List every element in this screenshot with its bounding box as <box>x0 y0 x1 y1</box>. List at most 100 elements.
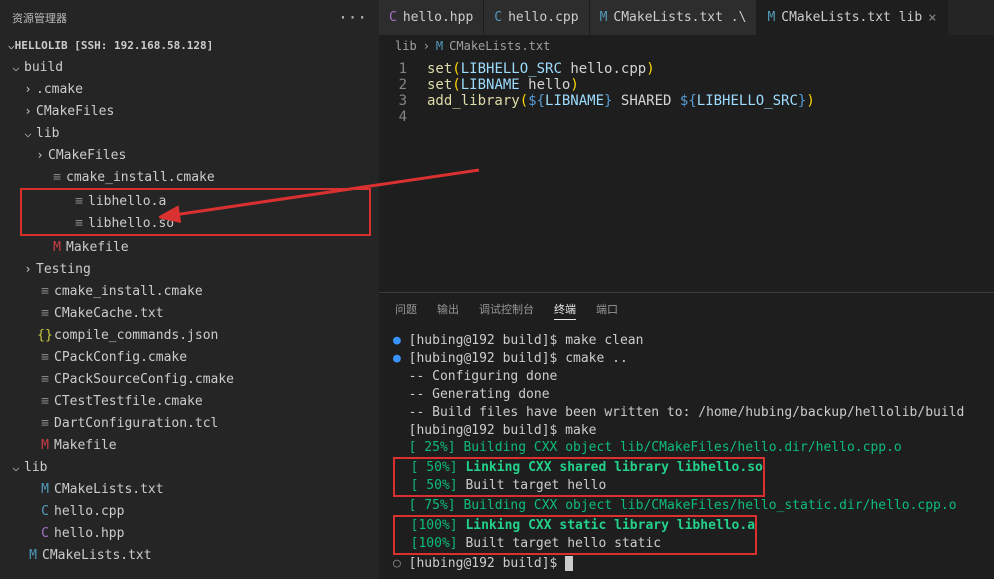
breadcrumb-file: CMakeLists.txt <box>449 39 550 53</box>
panel-tab[interactable]: 端口 <box>596 299 618 320</box>
tree-folder[interactable]: ⌵lib <box>0 122 379 144</box>
file-icon: ≡ <box>36 416 54 431</box>
tree-item-label: cmake_install.cmake <box>54 284 203 299</box>
file-icon: C <box>36 504 54 519</box>
tree-item-label: cmake_install.cmake <box>66 170 215 185</box>
tree-item-label: CPackSourceConfig.cmake <box>54 372 234 387</box>
terminal-line: ○ [hubing@192 build]$ <box>393 555 980 573</box>
file-icon: M <box>36 482 54 497</box>
tree-folder[interactable]: ›Testing <box>0 258 379 280</box>
tree-item-label: lib <box>36 126 59 141</box>
sidebar-header: 资源管理器 ··· <box>0 0 379 35</box>
file-icon: M <box>600 10 608 25</box>
tree-file[interactable]: ≡libhello.so <box>22 212 369 234</box>
terminal[interactable]: ● [hubing@192 build]$ make clean● [hubin… <box>379 326 994 579</box>
close-icon[interactable]: × <box>928 10 936 26</box>
file-icon: ≡ <box>36 394 54 409</box>
tree-file[interactable]: ≡cmake_install.cmake <box>0 280 379 302</box>
terminal-line: [ 75%] Building CXX object lib/CMakeFile… <box>393 497 980 515</box>
tree-file[interactable]: MMakefile <box>0 434 379 456</box>
chevron-right-icon: › <box>423 39 430 53</box>
tree-folder[interactable]: ⌵build <box>0 56 379 78</box>
tree-file[interactable]: {}compile_commands.json <box>0 324 379 346</box>
panel-tab[interactable]: 终端 <box>554 299 576 320</box>
cmake-icon: M <box>436 39 443 53</box>
tree-file[interactable]: MCMakeLists.txt <box>0 478 379 500</box>
tree-folder[interactable]: ›CMakeFiles <box>0 144 379 166</box>
tree-item-label: .cmake <box>36 82 83 97</box>
tree-item-label: Testing <box>36 262 91 277</box>
tree-file[interactable]: ≡cmake_install.cmake <box>0 166 379 188</box>
tab-label: hello.hpp <box>403 10 473 25</box>
chevron-right-icon: › <box>20 262 36 276</box>
line-number: 2 <box>379 77 427 93</box>
tree-item-label: compile_commands.json <box>54 328 218 343</box>
tree-item-label: CMakeFiles <box>48 148 126 163</box>
tree-file[interactable]: Chello.hpp <box>0 522 379 544</box>
tree-folder[interactable]: ›CMakeFiles <box>0 100 379 122</box>
terminal-line: -- Build files have been written to: /ho… <box>393 404 980 422</box>
editor-tab[interactable]: MCMakeLists.txt lib× <box>757 0 947 35</box>
chevron-right-icon: › <box>20 104 36 118</box>
tree-file[interactable]: ≡CPackConfig.cmake <box>0 346 379 368</box>
tree-item-label: Makefile <box>54 438 117 453</box>
editor-tab[interactable]: Chello.cpp <box>484 0 589 35</box>
tree-file[interactable]: MMakefile <box>0 236 379 258</box>
file-icon: M <box>48 240 66 255</box>
tree-item-label: CMakeCache.txt <box>54 306 164 321</box>
breadcrumb-folder: lib <box>395 39 417 53</box>
main-area: Chello.hppChello.cppMCMakeLists.txt .\MC… <box>379 0 994 579</box>
line-number: 1 <box>379 61 427 77</box>
file-icon: ≡ <box>36 306 54 321</box>
line-number: 4 <box>379 109 427 125</box>
sidebar-title: 资源管理器 <box>12 10 67 26</box>
editor-tab[interactable]: MCMakeLists.txt .\ <box>590 0 758 35</box>
tree-file[interactable]: ≡CTestTestfile.cmake <box>0 390 379 412</box>
file-icon: ≡ <box>48 170 66 185</box>
terminal-line: [ 25%] Building CXX object lib/CMakeFile… <box>393 439 980 457</box>
terminal-line: [ 50%] Linking CXX shared library libhel… <box>395 459 763 477</box>
code-editor[interactable]: 1set(LIBHELLO_SRC hello.cpp)2set(LIBNAME… <box>379 57 994 292</box>
tree-item-label: libhello.so <box>88 216 174 231</box>
tab-label: CMakeLists.txt lib <box>781 10 922 25</box>
line-number: 3 <box>379 93 427 109</box>
explorer-sidebar: 资源管理器 ··· ⌵ HELLOLIB [SSH: 192.168.58.12… <box>0 0 379 579</box>
tree-file[interactable]: ≡CMakeCache.txt <box>0 302 379 324</box>
panel-tab[interactable]: 问题 <box>395 299 417 320</box>
tree-folder[interactable]: ›.cmake <box>0 78 379 100</box>
chevron-down-icon: ⌵ <box>20 126 36 140</box>
tree-item-label: CPackConfig.cmake <box>54 350 187 365</box>
panel-tab[interactable]: 调试控制台 <box>479 299 534 320</box>
file-icon: ≡ <box>70 216 88 231</box>
file-icon: C <box>494 10 502 25</box>
tree-file[interactable]: MCMakeLists.txt <box>0 544 379 566</box>
breadcrumb[interactable]: lib › M CMakeLists.txt <box>379 35 994 57</box>
project-header[interactable]: ⌵ HELLOLIB [SSH: 192.168.58.128] <box>0 35 379 56</box>
tree-file[interactable]: ≡DartConfiguration.tcl <box>0 412 379 434</box>
tree-item-label: hello.cpp <box>54 504 124 519</box>
terminal-line: [ 50%] Built target hello <box>395 477 763 495</box>
editor-tabs: Chello.hppChello.cppMCMakeLists.txt .\MC… <box>379 0 994 35</box>
tree-item-label: build <box>24 60 63 75</box>
more-icon[interactable]: ··· <box>338 8 367 27</box>
tree-file[interactable]: Chello.cpp <box>0 500 379 522</box>
panel-tab[interactable]: 输出 <box>437 299 459 320</box>
tree-item-label: CMakeLists.txt <box>42 548 152 563</box>
code-line: set(LIBNAME hello) <box>427 77 579 93</box>
project-name: HELLOLIB [SSH: 192.168.58.128] <box>15 39 214 52</box>
chevron-right-icon: › <box>20 82 36 96</box>
panel-tabs: 问题输出调试控制台终端端口 <box>379 293 994 326</box>
tree-item-label: CMakeFiles <box>36 104 114 119</box>
tree-file[interactable]: ≡libhello.a <box>22 190 369 212</box>
terminal-line: -- Configuring done <box>393 368 980 386</box>
file-icon: C <box>389 10 397 25</box>
tree-folder[interactable]: ⌵lib <box>0 456 379 478</box>
tree-file[interactable]: ≡CPackSourceConfig.cmake <box>0 368 379 390</box>
file-icon: M <box>36 438 54 453</box>
tree-item-label: CMakeLists.txt <box>54 482 164 497</box>
terminal-line: -- Generating done <box>393 386 980 404</box>
editor-tab[interactable]: Chello.hpp <box>379 0 484 35</box>
code-line: set(LIBHELLO_SRC hello.cpp) <box>427 61 655 77</box>
file-icon: M <box>24 548 42 563</box>
tree-item-label: CTestTestfile.cmake <box>54 394 203 409</box>
